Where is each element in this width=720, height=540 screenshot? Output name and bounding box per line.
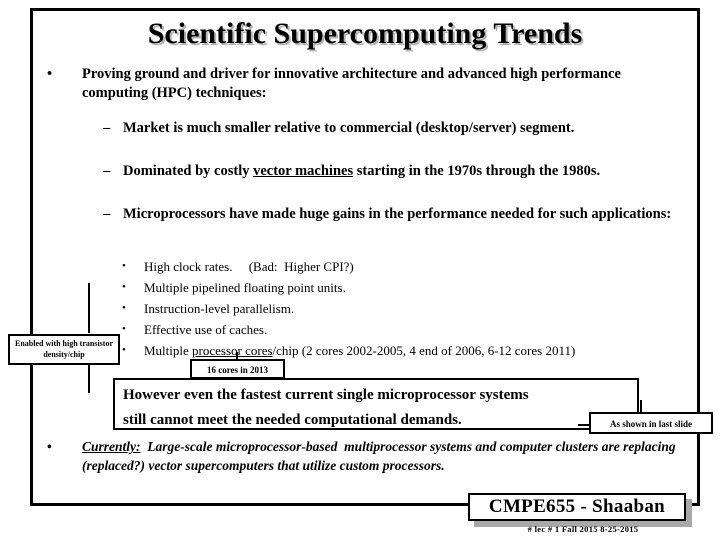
however-line-1: However even the fastest current single …: [123, 387, 529, 403]
footer-course-plaque: CMPE655 - Shaaban: [468, 493, 686, 521]
bullet-level2-text: Market is much smaller relative to comme…: [123, 120, 575, 136]
bullet-level3-caches: • Effective use of caches.: [122, 319, 422, 341]
bullet-level2-text: Microprocessors have made huge gains in …: [123, 206, 672, 222]
bullet-marker: •: [122, 323, 126, 335]
however-line-2: still cannot meet the needed computation…: [123, 412, 462, 428]
connector-line-transistor: [88, 283, 90, 333]
vector-text-after: starting in the 1970s through the 1980s.: [353, 163, 601, 179]
bullet-level3-fp-units: • Multiple pipelined floating point unit…: [122, 277, 422, 299]
callout-16-cores-2013: 16 cores in 2013: [190, 359, 285, 379]
currently-label: Currently:: [82, 439, 141, 454]
bullet-marker: •: [122, 260, 126, 272]
dash-marker: –: [103, 206, 111, 222]
bullet-marker: •: [47, 439, 52, 454]
connector-line-transistor-lower: [88, 365, 90, 393]
however-callout-box: However even the fastest current single …: [113, 378, 639, 430]
cores-text-before: Multiple: [144, 343, 193, 358]
vector-machines-underlined: vector machines: [253, 163, 354, 179]
bullet-marker: •: [122, 281, 126, 293]
processor-cores-underlined: processor cores: [192, 343, 273, 358]
bullet-level2-market: – Market is much smaller relative to com…: [103, 118, 683, 138]
bullet-level3-text: High clock rates. (Bad: Higher CPI?): [144, 259, 354, 274]
bullet-level3-text: Effective use of caches.: [144, 322, 268, 337]
connector-line-last-slide: [640, 400, 642, 412]
slide-canvas: Scientific Supercomputing Trends • Provi…: [0, 0, 720, 540]
bullet-marker: •: [122, 302, 126, 314]
bullet-currently: • Currently: Large-scale microprocessor-…: [47, 437, 677, 475]
dash-marker: –: [103, 120, 111, 136]
bullet-level3-text: Multiple pipelined floating point units.: [144, 280, 346, 295]
cores-text-after: /chip (2 cores 2002-2005, 4 end of 2006,…: [272, 343, 576, 358]
dash-marker: –: [103, 163, 111, 179]
bullet-marker: •: [122, 344, 126, 356]
bullet-level3-text: Instruction-level parallelism.: [144, 301, 295, 316]
vector-text-before: Dominated by costly: [123, 163, 254, 179]
currently-text: Large-scale microprocessor-based multipr…: [82, 439, 679, 473]
bullet-level1-text: Proving ground and driver for innovative…: [82, 66, 621, 101]
page-title: Scientific Supercomputing Trends: [147, 17, 583, 50]
footer-lecture-note: # lec # 1 Fall 2015 8-25-2015: [527, 524, 639, 534]
bullet-level2-vector: – Dominated by costly vector machines st…: [103, 161, 683, 181]
bullet-level3-clock-rates: • High clock rates. (Bad: Higher CPI?): [122, 256, 372, 278]
bullet-level3-ilp: • Instruction-level parallelism.: [122, 298, 422, 320]
bullet-level1-hpc: • Proving ground and driver for innovati…: [47, 65, 677, 103]
bullet-level2-microprocessors: – Microprocessors have made huge gains i…: [103, 204, 683, 224]
callout-transistor-density: Enabled with high transistor density/chi…: [8, 334, 120, 365]
bullet-marker: •: [47, 66, 53, 82]
callout-as-shown-last-slide: As shown in last slide: [589, 412, 713, 434]
